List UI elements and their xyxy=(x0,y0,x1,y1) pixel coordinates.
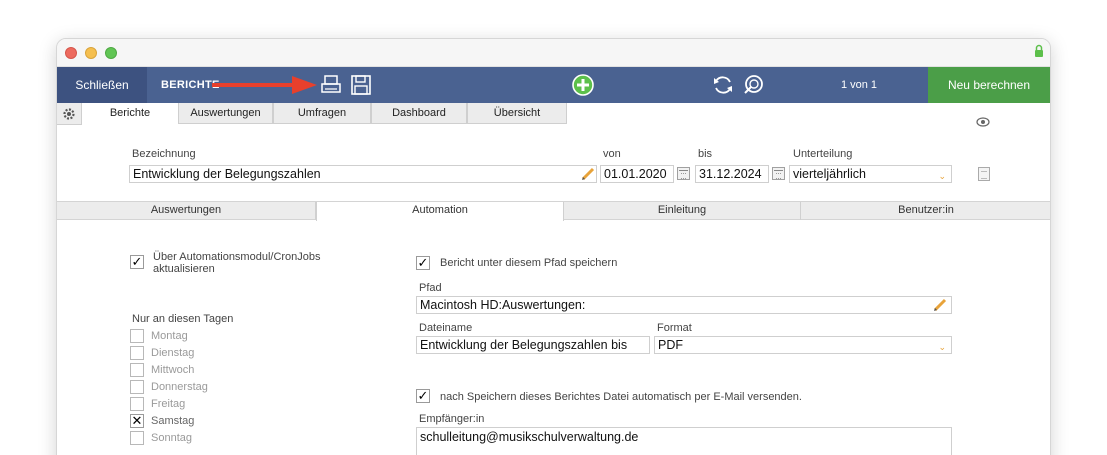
gear-icon xyxy=(63,108,75,120)
eye-icon[interactable] xyxy=(976,117,990,127)
from-label: von xyxy=(603,148,621,160)
recalculate-button[interactable]: Neu berechnen xyxy=(928,67,1050,103)
cron-label-line1: Über Automationsmodul/CronJobs xyxy=(153,251,321,263)
day-label-dienstag: Dienstag xyxy=(151,347,195,359)
day-label-donnerstag: Donnerstag xyxy=(151,381,208,393)
email-label: nach Speichern dieses Berichtes Datei au… xyxy=(440,391,802,403)
tab-dashboard[interactable]: Dashboard xyxy=(371,103,467,124)
subtab-automation[interactable]: Automation xyxy=(316,202,564,221)
zoom-window-button[interactable] xyxy=(105,47,117,59)
path-input[interactable]: Macintosh HD:Auswertungen: xyxy=(416,296,952,314)
toolbar: Schließen BERICHTE 1 von 1 Neu berechnen xyxy=(57,67,1050,103)
save-path-label: Bericht unter diesem Pfad speichern xyxy=(440,257,618,269)
day-label-sonntag: Sonntag xyxy=(151,432,192,444)
cron-checkbox[interactable]: ✓ xyxy=(130,255,144,269)
day-label-freitag: Freitag xyxy=(151,398,186,410)
main-tab-bar: Berichte Auswertungen Umfragen Dashboard… xyxy=(57,103,1050,127)
search-icon[interactable] xyxy=(741,73,765,97)
save-icon[interactable] xyxy=(349,73,373,97)
to-date-input[interactable]: 31.12.2024 xyxy=(695,165,769,183)
day-label-montag: Montag xyxy=(151,330,188,342)
day-label-mittwoch: Mittwoch xyxy=(151,364,195,376)
document-icon[interactable] xyxy=(978,167,990,181)
settings-button[interactable] xyxy=(57,103,82,125)
path-label: Pfad xyxy=(419,282,442,294)
minimize-window-button[interactable] xyxy=(85,47,97,59)
day-label-samstag: Samstag xyxy=(151,415,195,427)
path-pencil-icon[interactable] xyxy=(933,298,947,312)
tab-uebersicht[interactable]: Übersicht xyxy=(467,103,567,124)
tab-berichte[interactable]: Berichte xyxy=(82,103,178,124)
lock-icon xyxy=(1035,44,1043,57)
page-counter: 1 von 1 xyxy=(840,79,878,91)
division-label: Unterteilung xyxy=(793,148,853,160)
day-checkbox-dienstag[interactable] xyxy=(130,346,144,360)
chevron-down-icon: ⌄ xyxy=(938,171,946,181)
save-path-checkbox[interactable]: ✓ xyxy=(416,256,430,270)
day-checkbox-sonntag[interactable] xyxy=(130,431,144,445)
subtab-auswertungen[interactable]: Auswertungen xyxy=(57,202,316,220)
add-icon[interactable] xyxy=(571,73,595,97)
subtab-benutzerin[interactable]: Benutzer:in xyxy=(801,202,1050,220)
to-label: bis xyxy=(698,148,713,160)
format-label: Format xyxy=(657,322,692,334)
to-calendar-icon[interactable] xyxy=(772,167,785,180)
days-label: Nur an diesen Tagen xyxy=(132,313,234,325)
name-label: Bezeichnung xyxy=(132,148,196,160)
format-select[interactable]: PDF ⌄ xyxy=(654,336,952,354)
tab-umfragen[interactable]: Umfragen xyxy=(273,103,371,124)
subtab-einleitung[interactable]: Einleitung xyxy=(564,202,801,220)
day-checkbox-samstag[interactable]: ✕ xyxy=(130,414,144,428)
tab-auswertungen[interactable]: Auswertungen xyxy=(178,103,273,124)
annotation-arrow-icon xyxy=(212,76,317,94)
pencil-icon[interactable] xyxy=(581,167,595,181)
filename-input[interactable]: Entwicklung der Belegungszahlen bis xyxy=(416,336,650,354)
division-value: vierteljährlich xyxy=(793,167,866,181)
module-title: BERICHTE xyxy=(161,79,220,91)
app-window: Schließen BERICHTE 1 von 1 Neu berechnen… xyxy=(56,38,1051,455)
format-chevron-down-icon: ⌄ xyxy=(938,342,946,352)
day-checkbox-montag[interactable] xyxy=(130,329,144,343)
email-checkbox[interactable]: ✓ xyxy=(416,389,430,403)
day-checkbox-freitag[interactable] xyxy=(130,397,144,411)
from-calendar-icon[interactable] xyxy=(677,167,690,180)
format-value: PDF xyxy=(658,338,683,352)
day-checkbox-donnerstag[interactable] xyxy=(130,380,144,394)
sub-tab-bar: Auswertungen Automation Einleitung Benut… xyxy=(57,201,1050,221)
title-bar xyxy=(57,39,1050,67)
close-window-button[interactable] xyxy=(65,47,77,59)
from-date-input[interactable]: 01.01.2020 xyxy=(600,165,674,183)
printer-icon[interactable] xyxy=(319,73,343,97)
cron-label-line2: aktualisieren xyxy=(153,263,215,275)
refresh-icon[interactable] xyxy=(711,73,735,97)
close-button[interactable]: Schließen xyxy=(57,67,147,103)
recipient-label: Empfänger:in xyxy=(419,413,485,425)
day-checkbox-mittwoch[interactable] xyxy=(130,363,144,377)
recipient-input[interactable]: schulleitung@musikschulverwaltung.de xyxy=(416,427,952,455)
report-name-input[interactable]: Entwicklung der Belegungszahlen xyxy=(129,165,597,183)
filename-label: Dateiname xyxy=(419,322,473,334)
division-select[interactable]: vierteljährlich ⌄ xyxy=(789,165,952,183)
